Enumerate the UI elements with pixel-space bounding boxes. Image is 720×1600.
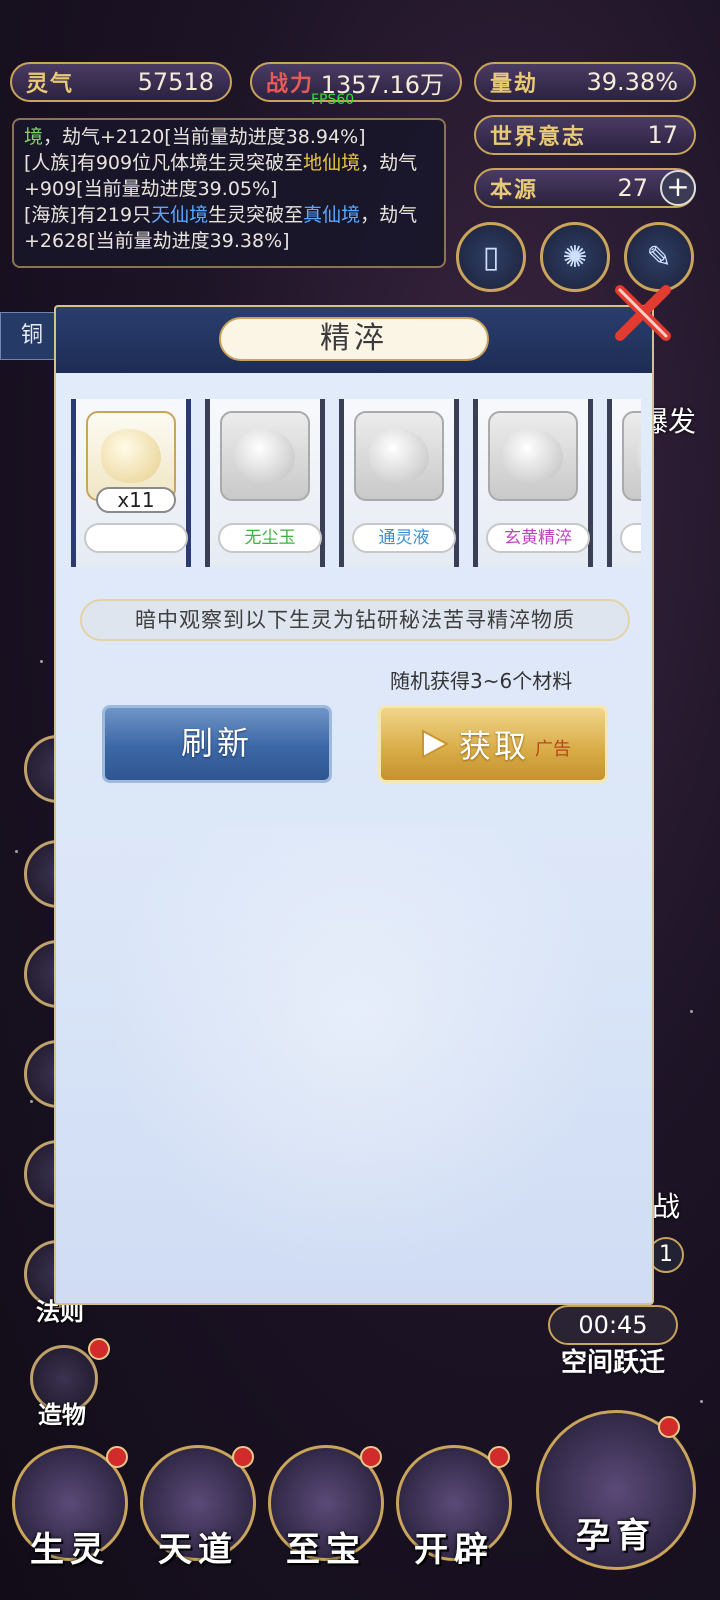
video-play-icon [421,729,450,759]
notification-dot [488,1446,510,1468]
star [30,1100,33,1103]
nav-tiandao-label: 天道 [158,1530,238,1570]
get-label: 获取 [458,727,529,765]
reward-note: 随机获得3~6个材料 [390,669,573,693]
log-realm: 境 [24,126,44,148]
log-line: [海族]有219只天仙境生灵突破至真仙境，劫气+2628[当前量劫进度39.38… [24,202,434,254]
liangjie-label: 量劫 [490,72,539,97]
refine-dialog: 精淬 x11 髓质 无尘玉 通灵液 玄黄精淬 生 暗中观察到以下生灵为钻研秘法苦… [54,305,654,1305]
lingqi-value: 57518 [137,68,214,96]
cloud-decoration [86,827,626,1297]
zhan-label[interactable]: 战 [652,1185,680,1225]
material-card[interactable]: x11 髓质 [71,399,191,567]
side-tab-label[interactable]: 铜 [0,312,58,360]
star [700,1400,703,1403]
benyuan-label: 本源 [490,178,539,203]
notification-dot [88,1338,110,1360]
refresh-button[interactable]: 刷新 [102,705,332,783]
material-name: 髓质 [84,523,188,553]
nav-shengling-label: 生灵 [30,1530,110,1570]
lingqi-stat: 灵气 57518 [10,62,232,102]
nav-zhibao-label: 至宝 [286,1530,366,1570]
plus-icon: + [666,170,690,203]
close-icon[interactable] [612,282,674,344]
material-name: 生 [620,523,641,553]
world-will-label: 世界意志 [490,125,587,150]
liangjie-stat: 量劫 39.38% [474,62,696,102]
material-icon [220,411,310,501]
book-button[interactable]: ▯ [456,222,526,292]
countdown-timer: 00:45 [548,1305,678,1345]
material-count: x11 [96,487,176,513]
dialog-title: 精淬 [219,317,489,361]
space-jump-button[interactable]: 空间跃迁 [548,1342,678,1380]
get-ad-button[interactable]: 获取 广告 [378,705,608,783]
swirl-icon: ✺ [562,239,588,275]
notification-dot [232,1446,254,1468]
zhanli-stat: 战力 1357.16万 [250,62,462,102]
log-text: [海族]有219只 [24,204,152,226]
hint-text: 暗中观察到以下生灵为钻研秘法苦寻精淬物质 [80,599,630,641]
zhanli-label: 战力 [266,72,315,97]
liangjie-value: 39.38% [586,68,678,96]
log-realm: 地仙境 [303,152,361,174]
lingqi-label: 灵气 [26,72,75,97]
fps-counter: FPS60 [311,92,355,108]
material-list[interactable]: x11 髓质 无尘玉 通灵液 玄黄精淬 生 [71,399,641,569]
material-card[interactable]: 生 [607,399,641,567]
log-line: [人族]有909位凡体境生灵突破至地仙境，劫气+909[当前量劫进度39.05%… [24,150,434,202]
event-log: 境，劫气+2120[当前量劫进度38.94%] [人族]有909位凡体境生灵突破… [12,118,446,268]
material-card[interactable]: 玄黄精淬 [473,399,593,567]
log-realm: 真仙境 [303,204,361,226]
star [15,850,18,853]
notification-dot [106,1446,128,1468]
material-card[interactable]: 无尘玉 [205,399,325,567]
book-icon: ▯ [482,239,500,275]
star [40,660,43,663]
log-text: ，劫气+2120[当前量劫进度38.94%] [43,126,366,148]
portal-button[interactable]: ✺ [540,222,610,292]
log-line: 境，劫气+2120[当前量劫进度38.94%] [24,124,434,150]
ad-label: 广告 [535,739,571,760]
scroll-icon: ✎ [646,239,672,275]
nav-yunyu-label: 孕育 [576,1516,656,1556]
notification-dot [360,1446,382,1468]
zaowu-label: 造物 [38,1401,86,1429]
world-will-stat: 世界意志 17 [474,115,696,155]
star [690,1010,693,1013]
material-name: 玄黄精淬 [486,523,590,553]
log-realm: 天仙境 [151,204,209,226]
notification-dot [658,1416,680,1438]
material-name: 无尘玉 [218,523,322,553]
log-text: [人族]有909位凡体境生灵突破至 [24,152,304,174]
material-icon [488,411,578,501]
material-icon [622,411,641,501]
material-card[interactable]: 通灵液 [339,399,459,567]
material-name: 通灵液 [352,523,456,553]
material-icon [354,411,444,501]
world-will-value: 17 [647,121,678,149]
nav-kaipi-label: 开辟 [414,1530,494,1570]
benyuan-value: 27 [617,174,648,202]
log-text: 生灵突破至 [208,204,304,226]
add-benyuan-button[interactable]: + [660,170,696,206]
